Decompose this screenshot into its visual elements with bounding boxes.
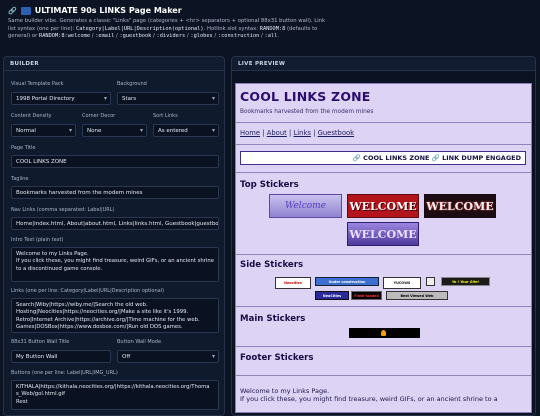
best-viewed-sticker[interactable]: Best Viewed Web [386,291,448,300]
preview-tagline: Bookmarks harvested from the modem mines [240,109,374,115]
nav-links-label: Nav Links (comma separated: Label|URL) [11,207,115,213]
footer-stickers-heading: Footer Stickers [240,353,314,363]
preview-intro: Welcome to my Links Page. If you click t… [240,387,498,404]
page-title-input[interactable]: COOL LINKS ZONE [11,155,219,168]
nav-links-input[interactable]: Home|index.html, About|about.html, Links… [11,217,219,230]
tiny-sticker[interactable] [426,277,435,286]
fire-divider-sticker [349,328,420,338]
tagline-label: Tagline [11,176,29,182]
background-label: Background [117,81,147,87]
nav-link-guestbook[interactable]: Guestbook [318,129,355,137]
preview-title: COOL LINKS ZONE [240,89,371,104]
flame-icon [381,330,386,336]
monitor-icon [20,6,31,15]
tagline-input[interactable]: Bookmarks harvested from the modem mines [11,186,219,199]
sort-links-label: Sort Links [153,113,178,119]
sort-links-select[interactable]: As entered [153,124,219,137]
intro-text-area[interactable]: Welcome to my Links Page. If you click t… [11,247,219,282]
preview-heading: LIVE PREVIEW [232,57,535,71]
welcome-sticker[interactable]: WELCOME [424,194,496,218]
nav-link-home[interactable]: Home [240,129,260,137]
welcome-sticker[interactable]: WELCOME [347,194,419,218]
builder-heading: BUILDER [4,57,224,71]
app-title-row: 🔗 ULTIMATE 90s LINKS Page Maker [8,6,532,15]
app-title: ULTIMATE 90s LINKS Page Maker [34,6,182,15]
template-pack-select[interactable]: 1998 Portal Directory [11,92,111,105]
main-stickers-heading: Main Stickers [240,314,306,324]
template-pack-label: Visual Template Pack [11,81,64,87]
wall-title-input[interactable]: My Button Wall [11,350,111,363]
preview-page: COOL LINKS ZONE Bookmarks harvested from… [235,83,532,413]
buttons-label: Buttons (one per line: Label|URL|IMG_URL… [11,370,118,376]
page-title-label: Page Title [11,145,36,151]
link-dump-banner: 🔗 COOL LINKS ZONE 🔗 LINK DUMP ENGAGED [240,151,526,165]
wall-mode-select[interactable]: Off [117,350,219,363]
divider [236,375,531,376]
nav-link-about[interactable]: About [267,129,287,137]
app-description: Same builder vibe. Generates a classic "… [8,18,326,40]
divider [236,254,531,255]
density-select[interactable]: Normal [11,124,76,137]
intro-text-label: Intro Text (plain text) [11,237,64,243]
wall-mode-label: Button Wall Mode [117,339,162,345]
divider [236,172,531,173]
links-label: Links (one per line: Category|Label|URL|… [11,288,165,294]
link-icon: 🔗 [8,6,17,15]
side-stickers-heading: Side Stickers [240,260,304,270]
divider [236,306,531,307]
preview-nav: Home | About | Links | Guestbook [240,129,355,137]
divider [236,346,531,347]
flash-loaded-sticker[interactable]: Flash-loaded [351,291,382,300]
divider [236,122,531,123]
corner-decor-label: Corner Decor [82,113,116,119]
density-label: Content Density [11,113,52,119]
neocities-sticker[interactable]: Neocities [275,277,311,289]
neocities-blue-sticker[interactable]: NeoCities [315,291,349,300]
app-header: 🔗 ULTIMATE 90s LINKS Page Maker Same bui… [8,6,532,41]
divider [236,144,531,145]
top-stickers-heading: Top Stickers [240,180,299,190]
tucows-sticker[interactable]: YUCOWS [383,277,421,289]
under-construction-sticker[interactable]: Under construction [315,277,379,286]
buttons-text-area[interactable]: KITHALA|https://kithala.neocities.org/|h… [11,380,219,410]
your-site-sticker[interactable]: Yo ! Your Site! [441,277,490,286]
nav-link-links[interactable]: Links [293,129,310,137]
background-select[interactable]: Stars [117,92,219,105]
wall-title-label: 88x31 Button Wall Title [11,339,70,345]
corner-decor-select[interactable]: None [82,124,147,137]
links-text-area[interactable]: Search|Wiby|https://wiby.me/|Search the … [11,298,219,333]
welcome-sticker[interactable]: Welcome [269,194,342,218]
welcome-sticker[interactable]: WELCOME [347,222,419,246]
